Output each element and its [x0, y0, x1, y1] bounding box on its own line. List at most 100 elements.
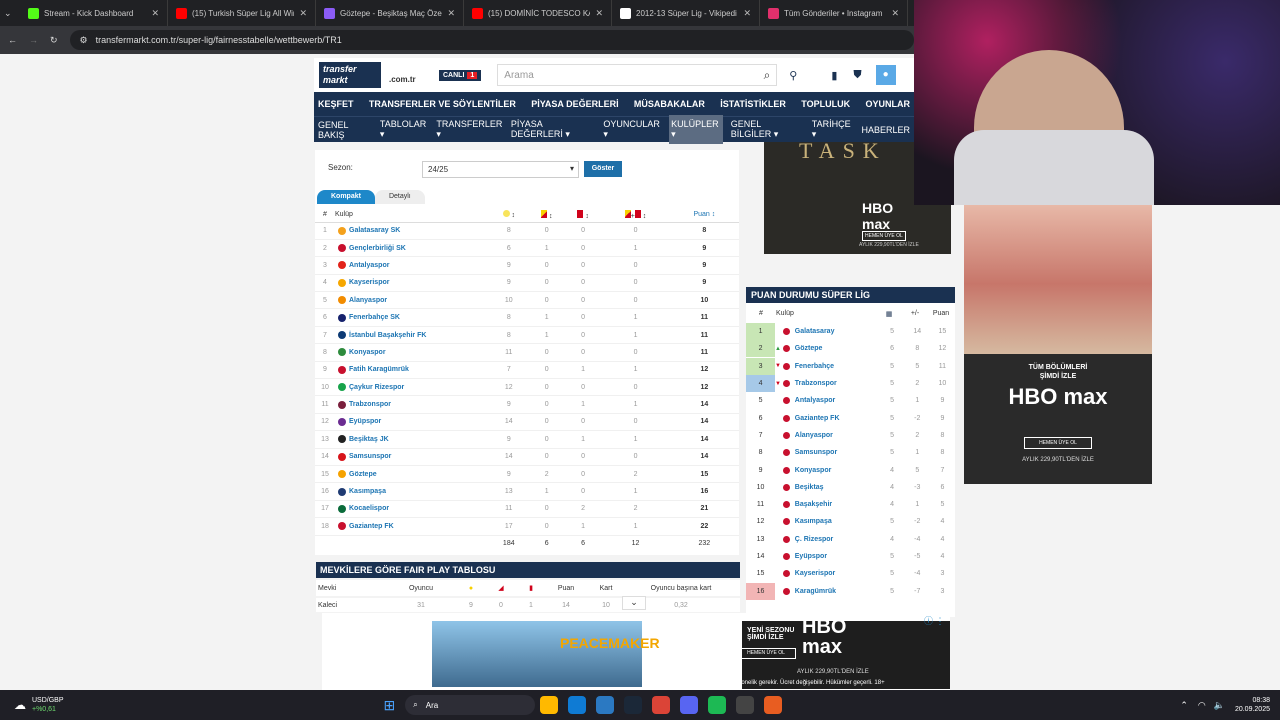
volume-icon[interactable]: 🔈	[1214, 700, 1225, 711]
standings-club[interactable]: Kayserispor	[795, 570, 835, 577]
main-nav-item[interactable]: OYUNLAR	[865, 99, 910, 109]
row-club[interactable]: Fenerbahçe SK	[349, 308, 489, 327]
taskbar-search[interactable]: ⌕ Ara	[405, 695, 536, 715]
standings-club[interactable]: Samsunspor	[795, 449, 837, 456]
row-club[interactable]: Galatasaray SK	[349, 222, 489, 240]
standings-club[interactable]: Gaziantep FK	[795, 415, 840, 422]
standings-club[interactable]: Fenerbahçe	[795, 363, 834, 370]
standings-club[interactable]: Başakşehir	[795, 501, 832, 508]
standings-club[interactable]: Beşiktaş	[795, 484, 824, 491]
outlook-icon[interactable]	[596, 696, 615, 714]
tab-detailed[interactable]: Detaylı	[374, 190, 425, 204]
ad-info-icon[interactable]: ⓘ ⋮	[924, 614, 946, 626]
tray-chevron-icon[interactable]: ⌃	[1180, 700, 1188, 711]
main-nav-item[interactable]: PİYASA DEĞERLERİ	[531, 99, 618, 109]
row-club[interactable]: Trabzonspor	[349, 395, 489, 414]
ad-bottom-cta[interactable]: HEMEN ÜYE OL	[736, 648, 796, 659]
row-club[interactable]: Eyüpspor	[349, 413, 489, 432]
browser-tab[interactable]: Stream - Kick Dashboard ✕	[20, 0, 168, 26]
col-points[interactable]: Puan ↕	[669, 208, 739, 223]
main-nav-item[interactable]: KEŞFET	[318, 99, 354, 109]
ad-side-cta[interactable]: HEMEN ÜYE OL	[1024, 437, 1092, 449]
scroll-down-chevron-icon[interactable]: ⌄	[622, 596, 646, 610]
close-icon[interactable]: ✕	[891, 8, 899, 19]
sub-nav-item[interactable]: GENEL BAKIŞ	[318, 120, 372, 140]
standings-club[interactable]: Göztepe	[795, 345, 823, 352]
col-combined[interactable]: + ↕	[601, 208, 670, 223]
row-club[interactable]: Gaziantep FK	[349, 517, 489, 536]
sub-nav-item[interactable]: TRANSFERLER ▾	[436, 119, 502, 140]
wifi-icon[interactable]: ◠	[1198, 700, 1206, 711]
season-select[interactable]: 24/25	[422, 161, 579, 178]
user-search-icon[interactable]: ⚲	[789, 69, 797, 82]
forward-icon[interactable]: →	[29, 35, 38, 45]
row-club[interactable]: Kocaelispor	[349, 500, 489, 519]
row-club[interactable]: Gençlerbirliği SK	[349, 239, 489, 258]
main-nav-item[interactable]: TRANSFERLER VE SÖYLENTİLER	[369, 99, 516, 109]
reload-icon[interactable]: ↻	[50, 35, 58, 46]
close-icon[interactable]: ✕	[743, 8, 751, 19]
sub-nav-item[interactable]: PİYASA DEĞERLERİ ▾	[511, 119, 596, 140]
col-yellow[interactable]: ↕	[489, 208, 529, 223]
main-nav-item[interactable]: İSTATİSTİKLER	[720, 99, 786, 109]
search-input[interactable]: Arama ⌕	[497, 64, 778, 86]
profile-icon[interactable]: ●	[875, 65, 896, 85]
back-icon[interactable]: ←	[8, 35, 17, 45]
discord-icon[interactable]	[680, 696, 699, 714]
steam-icon[interactable]	[624, 696, 643, 714]
app-icon[interactable]	[764, 696, 783, 714]
hbo-ad-side[interactable]: TÜM BÖLÜMLERİ ŞİMDİ İZLE HBO max HEMEN Ü…	[964, 204, 1152, 484]
browser-tab[interactable]: 2012-13 Süper Lig - Vikipedi ✕	[612, 0, 760, 26]
windows-start-icon[interactable]: ⊞	[384, 697, 396, 714]
search-icon[interactable]: ⌕	[764, 68, 771, 83]
edge-icon[interactable]	[568, 696, 587, 714]
site-info-icon[interactable]: ⚙	[80, 35, 88, 46]
file-explorer-icon[interactable]	[540, 696, 559, 714]
standings-club[interactable]: Galatasaray	[795, 328, 835, 335]
tab-compact[interactable]: Kompakt	[317, 190, 375, 204]
row-club[interactable]: Beşiktaş JK	[349, 430, 489, 449]
row-club[interactable]: Antalyaspor	[349, 256, 489, 275]
row-club[interactable]: İstanbul Başakşehir FK	[349, 326, 489, 345]
standings-club[interactable]: Ç. Rizespor	[795, 536, 834, 543]
standings-club[interactable]: Eyüpspor	[795, 553, 827, 560]
col-club[interactable]: Kulüp	[335, 208, 489, 223]
live-button[interactable]: CANLI 1	[439, 69, 482, 81]
main-nav-item[interactable]: MÜSABAKALAR	[634, 99, 705, 109]
sub-nav-item[interactable]: HABERLER	[861, 125, 910, 135]
ticker-widget[interactable]: USD/GBP +%0,61	[32, 696, 64, 714]
shield-icon[interactable]: ⛊	[853, 69, 861, 82]
col-red[interactable]: ↕	[564, 208, 602, 223]
standings-club[interactable]: Konyaspor	[795, 467, 832, 474]
col-yellow-red[interactable]: ↕	[528, 208, 565, 223]
row-club[interactable]: Göztepe	[349, 465, 489, 484]
clock[interactable]: 08:38 20.09.2025	[1235, 696, 1270, 714]
row-club[interactable]: Samsunspor	[349, 448, 489, 466]
standings-club[interactable]: Antalyaspor	[795, 397, 835, 404]
row-club[interactable]: Kasımpaşa	[349, 482, 489, 501]
standings-club[interactable]: Karagümrük	[795, 588, 836, 595]
sub-nav-item[interactable]: TARİHÇE ▾	[812, 119, 854, 140]
browser-tab[interactable]: (15) DOMİNİC TODESCO KAPTA ✕	[464, 0, 612, 26]
close-icon[interactable]: ✕	[595, 8, 603, 19]
close-icon[interactable]: ✕	[299, 8, 307, 19]
standings-club[interactable]: Alanyaspor	[795, 432, 833, 439]
close-icon[interactable]: ✕	[447, 8, 455, 19]
browser-tab[interactable]: Göztepe - Beşiktaş Maç Özeti (✕	[316, 0, 464, 26]
sub-nav-item[interactable]: OYUNCULAR ▾	[603, 119, 661, 140]
main-nav-item[interactable]: TOPLULUK	[801, 99, 850, 109]
close-icon[interactable]: ✕	[151, 8, 159, 19]
show-button[interactable]: Göster	[584, 161, 622, 177]
browser-tab[interactable]: Tüm Gönderiler • Instagram ✕	[760, 0, 908, 26]
row-club[interactable]: Kayserispor	[349, 274, 489, 293]
browser-tab[interactable]: (15) Turkish Süper Lig All Winn ✕	[168, 0, 316, 26]
tab-search-chevron-icon[interactable]: ⌄	[4, 8, 20, 19]
obs-icon[interactable]	[736, 696, 755, 714]
row-club[interactable]: Çaykur Rizespor	[349, 378, 489, 397]
sub-nav-item[interactable]: GENEL BİLGİLER ▾	[731, 119, 804, 140]
sub-nav-item[interactable]: KULÜPLER ▾	[669, 115, 723, 144]
peacemaker-ad-bottom[interactable]: PEACEMAKER YENİ SEZONU ŞİMDİ İZLE HBO max…	[322, 613, 950, 690]
watchlist-icon[interactable]: ▮	[831, 69, 837, 82]
url-field[interactable]: ⚙ transfermarkt.com.tr/super-lig/fairness…	[69, 30, 914, 50]
row-club[interactable]: Konyaspor	[349, 343, 489, 362]
